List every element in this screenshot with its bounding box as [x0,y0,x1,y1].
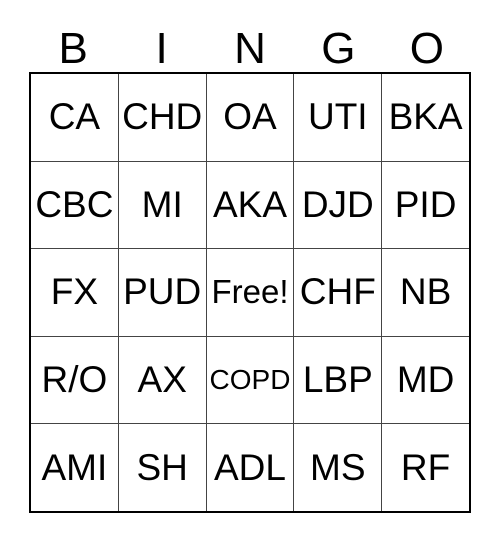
bingo-cell-label: LBP [302,359,373,401]
bingo-header-letter-i: I [155,24,168,73]
bingo-cell-g5[interactable]: MS [294,424,383,511]
bingo-cell-n5[interactable]: ADL [206,424,295,511]
bingo-header-letter-g: G [321,24,356,73]
bingo-cell-o5[interactable]: RF [382,424,469,511]
bingo-header-letter-b: B [58,24,88,73]
bingo-cell-label: OA [223,96,277,138]
bingo-row: CA CHD OA UTI BKA [31,74,469,162]
bingo-cell-label: RF [400,446,451,488]
bingo-cell-o4[interactable]: MD [382,336,469,424]
bingo-cell-label: CA [48,96,101,138]
bingo-cell-n1[interactable]: OA [206,74,295,161]
bingo-cell-i3[interactable]: PUD [118,249,207,336]
bingo-cell-label: UTI [307,96,368,138]
bingo-cell-label: CHD [122,96,203,138]
bingo-free-space-label: Free! [211,273,289,311]
bingo-cell-label: SH [136,446,188,488]
bingo-cell-label: AMI [41,446,108,488]
bingo-cell-label: R/O [41,359,108,401]
bingo-cell-label: MS [310,446,366,488]
bingo-cell-label: NB [399,271,452,313]
bingo-row: R/O AX COPD LBP MD [31,336,469,425]
bingo-cell-label: PID [394,183,457,225]
bingo-grid: CA CHD OA UTI BKA CBC MI AKA DJD PID FX … [29,72,471,513]
bingo-cell-b3[interactable]: FX [31,249,119,336]
bingo-cell-label: MD [396,359,455,401]
bingo-cell-b4[interactable]: R/O [31,336,119,424]
bingo-cell-label: BKA [388,96,463,138]
bingo-cell-i1[interactable]: CHD [118,74,207,161]
bingo-cell-b5[interactable]: AMI [31,424,119,511]
bingo-cell-g2[interactable]: DJD [294,161,383,249]
bingo-cell-b2[interactable]: CBC [31,161,119,249]
bingo-cell-o1[interactable]: BKA [382,74,469,161]
bingo-cell-label: DJD [301,183,374,225]
bingo-row: AMI SH ADL MS RF [31,424,469,511]
bingo-card: B I N G O CA CHD OA UTI BKA CBC MI AKA D… [0,0,500,544]
bingo-cell-label: CBC [35,183,114,225]
bingo-cell-i4[interactable]: AX [118,336,207,424]
bingo-cell-label: AKA [212,183,288,225]
bingo-cell-i5[interactable]: SH [118,424,207,511]
bingo-cell-label: COPD [209,364,291,396]
bingo-cell-g1[interactable]: UTI [294,74,383,161]
bingo-cell-g3[interactable]: CHF [294,249,383,336]
bingo-cell-o3[interactable]: NB [382,249,469,336]
bingo-header: B I N G O [29,18,471,72]
bingo-header-letter-n: N [234,24,266,73]
bingo-cell-b1[interactable]: CA [31,74,119,161]
bingo-cell-free-space[interactable]: Free! [206,249,295,336]
bingo-cell-o2[interactable]: PID [382,161,469,249]
bingo-cell-n2[interactable]: AKA [206,161,295,249]
bingo-row: CBC MI AKA DJD PID [31,161,469,250]
bingo-cell-n4[interactable]: COPD [206,336,295,424]
bingo-cell-label: AX [137,359,187,401]
bingo-header-letter-o: O [409,24,444,73]
bingo-row: FX PUD Free! CHF NB [31,249,469,337]
bingo-cell-label: ADL [214,446,286,488]
bingo-cell-label: FX [50,271,99,313]
bingo-cell-label: CHF [299,271,376,313]
bingo-cell-label: MI [141,183,183,225]
bingo-cell-i2[interactable]: MI [118,161,207,249]
bingo-cell-label: PUD [123,271,202,313]
bingo-cell-g4[interactable]: LBP [294,336,383,424]
